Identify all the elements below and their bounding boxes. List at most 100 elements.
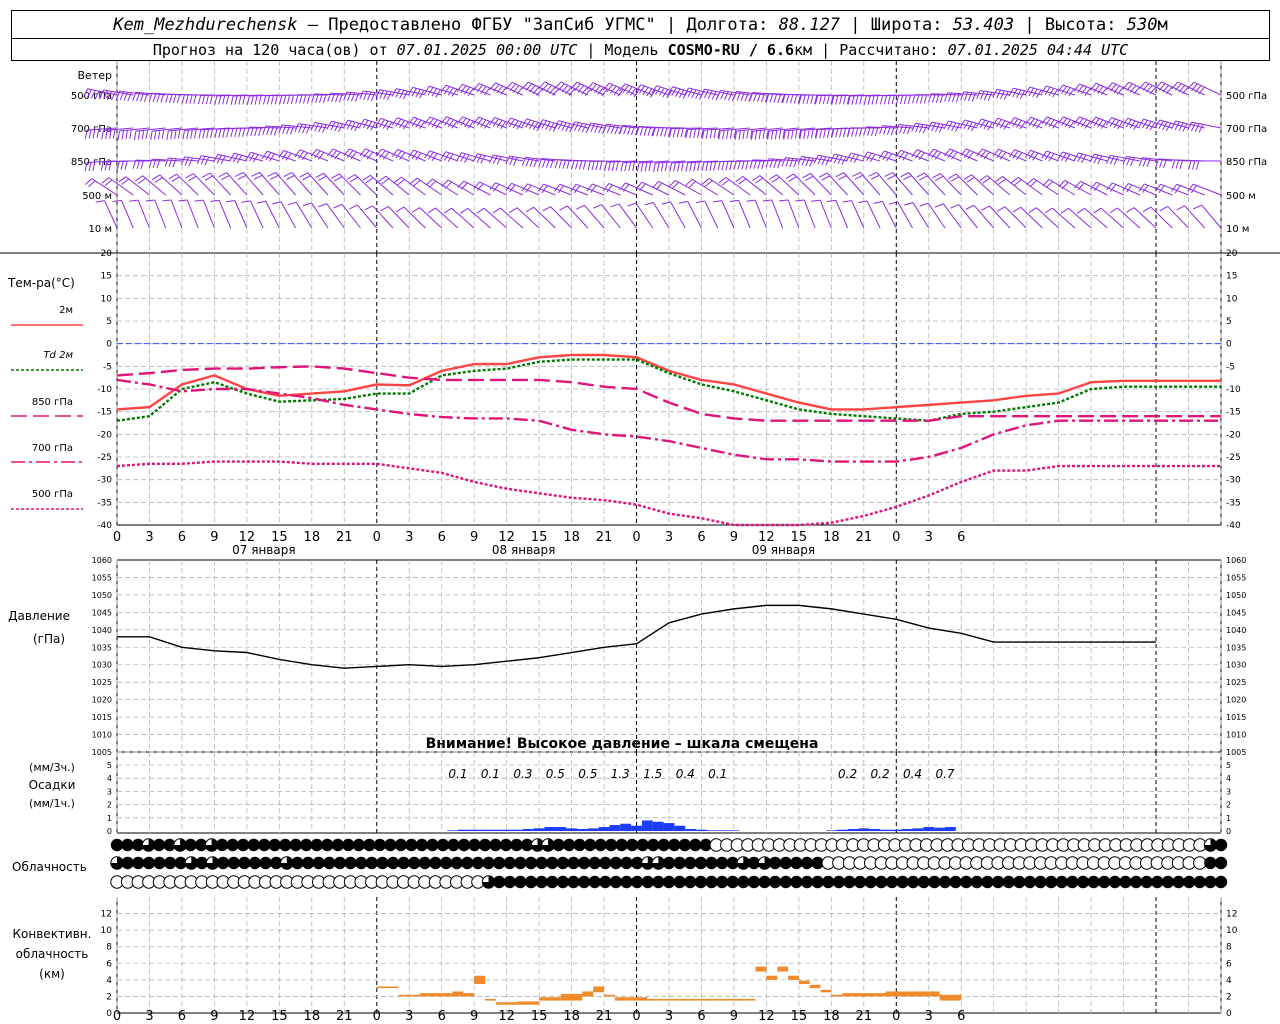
convective-bar (452, 991, 464, 997)
y-tick-label-right: 1005 (1226, 748, 1246, 757)
wind-barb-feather (1129, 85, 1137, 93)
wind-barb-feather (835, 172, 845, 178)
wind-barb-feather (117, 130, 121, 140)
wind-barb-feather (1029, 180, 1038, 187)
wind-barb-feather (238, 128, 242, 137)
cloud-full-symbol (153, 856, 166, 870)
x-tick-label: 3 (405, 530, 413, 545)
cloud-full-symbol (609, 875, 623, 889)
wind-barb-feather (1142, 206, 1152, 213)
wind-barb-feather (161, 129, 165, 139)
cloud-full-symbol (1172, 875, 1185, 889)
x-tick-label: 21 (336, 530, 353, 545)
wind-barb-feather (314, 122, 320, 132)
cloud-full-symbol (875, 875, 888, 889)
wind-barb-feather (1158, 83, 1166, 91)
wind-barb-feather (643, 126, 648, 136)
wind-barb-feather (121, 178, 130, 185)
cloud-full-symbol (450, 856, 463, 870)
y-tick-label-left: 1020 (92, 696, 112, 705)
precip-bar (890, 829, 902, 831)
cloud-full-symbol (1214, 875, 1228, 889)
wind-barb-feather (112, 199, 122, 203)
cloud-full-symbol (121, 856, 134, 870)
wind-barb-feather (713, 129, 717, 139)
wind-barb-feather (1045, 181, 1053, 189)
y-tick-label-right: 2 (1226, 992, 1232, 1002)
wind-level-label-right: 500 гПа (1226, 91, 1267, 102)
wind-barb-feather (896, 95, 900, 105)
y-tick-label-left: 5 (107, 761, 112, 770)
wind-barb-shaft (511, 182, 540, 196)
wind-panel: Ветер500 гПа 500 гПа700 гПа 700 гПа850 гПа… (71, 61, 1267, 253)
y-tick-label-right: 1040 (1226, 626, 1246, 635)
y-tick-label-left: 10 (101, 926, 113, 936)
wind-barb-feather (855, 127, 859, 137)
wind-barb-feather (286, 95, 291, 105)
wind-barb-feather (1126, 83, 1133, 92)
wind-barb-feather (545, 84, 553, 93)
x-tick-label: 3 (665, 1009, 673, 1024)
wind-barb-feather (802, 94, 806, 104)
cloud-full-symbol (800, 875, 814, 889)
wind-barb-feather (165, 93, 169, 103)
cloud-full-symbol (1076, 875, 1090, 889)
x-tick-label: 6 (178, 1009, 186, 1024)
cloud-full-symbol (790, 856, 803, 870)
wind-barb-feather (279, 95, 283, 105)
wind-barb-feather (188, 175, 197, 182)
cloud-full-symbol (832, 875, 846, 889)
wind-barb-feather (186, 130, 189, 140)
cloud-full-symbol (1140, 875, 1153, 889)
wind-barb-feather (1171, 81, 1179, 90)
x-tick-label: 6 (438, 1009, 446, 1024)
y-tick-label-right: -30 (1226, 476, 1241, 486)
wind-barb-feather (922, 124, 928, 134)
wind-barb-feather (129, 129, 132, 139)
temperature-panel: 20 20 15 15 10 10 5 5 0 0 -5 -5 -10 -10 -15 -15 -20 -20 -2… (7, 249, 1241, 557)
convective-bar (560, 993, 572, 1001)
wind-barb-feather (685, 162, 689, 172)
wind-barb-feather (851, 95, 855, 105)
wind-barb-shaft (949, 148, 978, 162)
x-tick-label: 18 (304, 1009, 321, 1024)
y-tick-label-left: 8 (106, 943, 112, 953)
wind-barb-feather (1042, 179, 1050, 186)
wind-barb-feather (411, 207, 420, 213)
y-tick-label-right: -15 (1226, 408, 1241, 418)
wind-barb-feather (302, 94, 307, 104)
wind-barb-feather (270, 95, 274, 105)
wind-barb-feather (184, 157, 190, 166)
wind-barb-feather (290, 95, 295, 105)
wind-barb-feather (672, 128, 676, 138)
wind-barb-feather (842, 200, 852, 203)
wind-barb-feather (266, 95, 270, 105)
wind-barb-feather (965, 204, 975, 210)
wind-barb-feather (1179, 160, 1184, 169)
x-tick-label: 0 (113, 530, 121, 545)
cloud-full-symbol (620, 875, 633, 889)
x-tick-label: 18 (823, 530, 840, 545)
wind-barb-feather (554, 81, 562, 90)
wind-barb-feather (84, 178, 93, 186)
wind-barb-shaft (280, 201, 297, 229)
wind-barb-shaft (1176, 183, 1205, 196)
wind-barb-feather (135, 175, 143, 182)
precip-bar (566, 828, 577, 831)
wind-barb-feather (887, 95, 891, 105)
wind-barb-feather (381, 178, 390, 185)
y-tick-label-left: 2 (107, 801, 112, 810)
precip-bar (696, 829, 707, 831)
x-tick-label: 21 (856, 1009, 873, 1024)
wind-barb-feather (365, 177, 374, 184)
wind-level-label-left: 500 м (82, 191, 112, 202)
wind-barb-feather (729, 161, 733, 171)
wind-barb-feather (145, 199, 155, 202)
wind-barb-feather (874, 127, 879, 137)
wind-barb-feather (1175, 159, 1180, 169)
wind-barb-feather (1149, 86, 1157, 95)
convective-bar (885, 991, 897, 997)
wind-barb-feather (234, 128, 238, 138)
wind-barb-feather (576, 204, 585, 210)
wind-barb-feather (935, 123, 940, 132)
